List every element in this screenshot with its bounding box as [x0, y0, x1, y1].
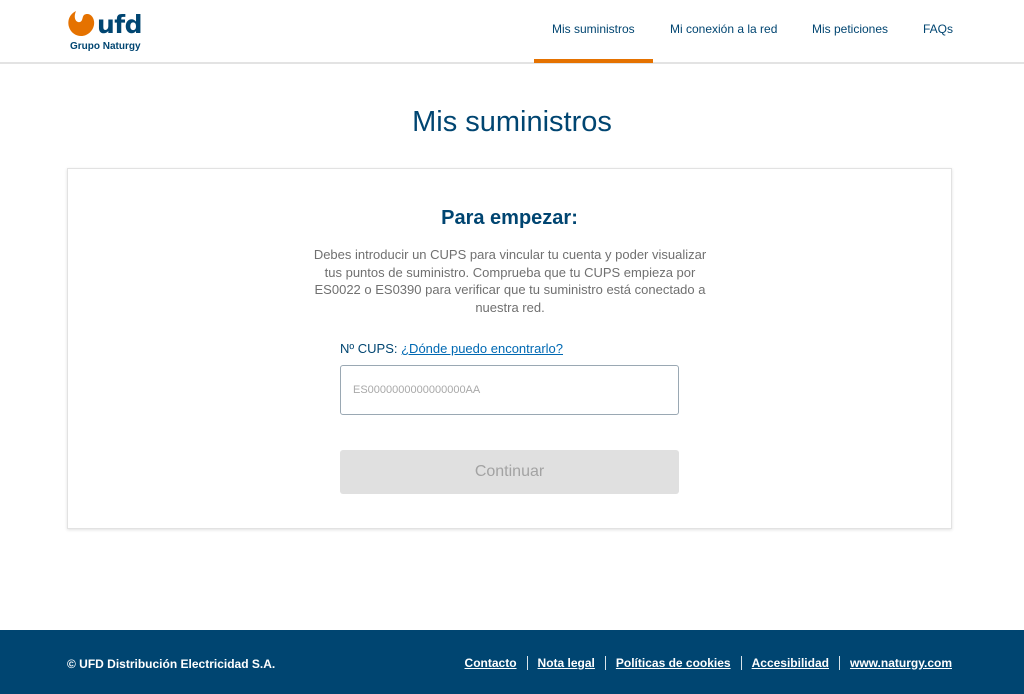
nav-mi-conexion-a-la-red[interactable]: Mi conexión a la red: [670, 22, 777, 36]
card-description: Debes introducir un CUPS para vincular t…: [313, 247, 707, 315]
cups-label-row: Nº CUPS: ¿Dónde puedo encontrarlo?: [340, 341, 563, 356]
footer-divider: [838, 656, 840, 670]
card-heading: Para empezar:: [441, 207, 578, 229]
site-footer: © UFD Distribución Electricidad S.A. Con…: [0, 630, 1024, 694]
cups-help-link[interactable]: ¿Dónde puedo encontrarlo?: [401, 341, 563, 356]
continue-button[interactable]: Continuar: [340, 450, 679, 494]
footer-links: Contacto Nota legal Políticas de cookies…: [465, 656, 952, 670]
nav-faqs[interactable]: FAQs: [923, 22, 953, 36]
nav-active-indicator: [534, 59, 653, 63]
footer-link-accesibilidad[interactable]: Accesibilidad: [752, 656, 829, 670]
main-nav: Mis suministros Mi conexión a la red Mis…: [0, 0, 1024, 63]
footer-link-cookies[interactable]: Políticas de cookies: [616, 656, 731, 670]
site-header: ufd Grupo Naturgy Mis suministros Mi con…: [0, 0, 1024, 64]
page-title: Mis suministros: [412, 106, 612, 138]
nav-mis-peticiones[interactable]: Mis peticiones: [812, 22, 888, 36]
footer-link-contacto[interactable]: Contacto: [465, 656, 517, 670]
cups-input[interactable]: [340, 365, 679, 415]
footer-link-naturgy[interactable]: www.naturgy.com: [850, 656, 952, 670]
footer-copyright: © UFD Distribución Electricidad S.A.: [67, 657, 276, 671]
cups-card: Para empezar: Debes introducir un CUPS p…: [67, 168, 952, 529]
cups-label: Nº CUPS:: [340, 341, 398, 356]
footer-divider: [526, 656, 528, 670]
nav-mis-suministros[interactable]: Mis suministros: [552, 22, 635, 36]
footer-link-nota-legal[interactable]: Nota legal: [538, 656, 595, 670]
footer-divider: [604, 656, 606, 670]
footer-divider: [740, 656, 742, 670]
